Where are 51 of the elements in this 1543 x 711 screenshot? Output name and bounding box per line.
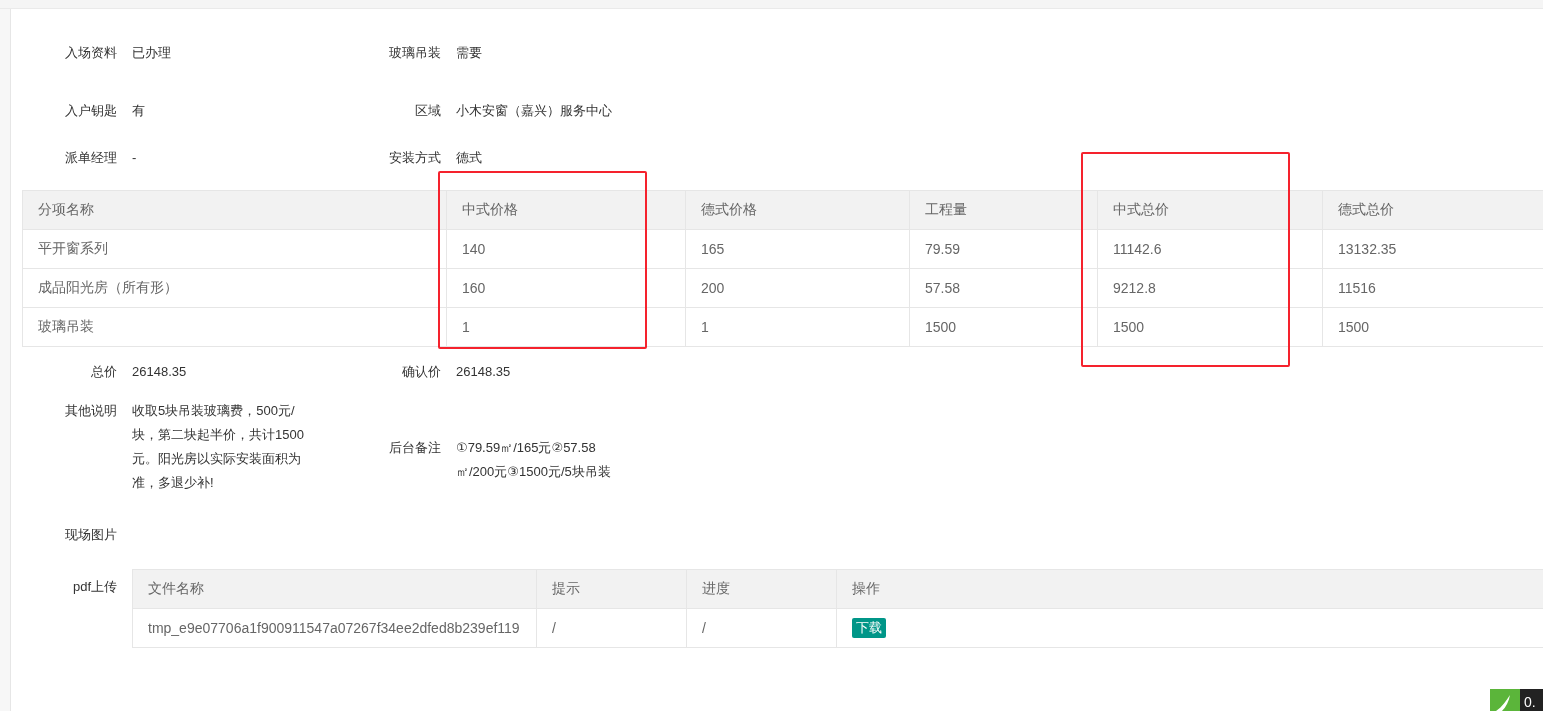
- column-header: 德式总价: [1322, 190, 1543, 230]
- table-cell: 140: [446, 229, 686, 269]
- column-header: 提示: [536, 569, 687, 609]
- column-header: 德式价格: [685, 190, 910, 230]
- table-cell: 57.58: [909, 268, 1098, 308]
- column-header: 分项名称: [22, 190, 447, 230]
- field-label: 后台备注: [388, 438, 442, 457]
- field-label: 确认价: [401, 363, 442, 381]
- field-label: 派单经理: [64, 149, 118, 167]
- field-label: 入户钥匙: [64, 102, 118, 120]
- field-value: 收取5块吊装玻璃费，500元/块，第二块起半价，共计1500元。阳光房以实际安装面积为准，多退少补!: [132, 402, 305, 492]
- table-cell: 9212.8: [1097, 268, 1323, 308]
- column-header: 工程量: [909, 190, 1098, 230]
- field-label: 入场资料: [64, 44, 118, 62]
- column-header: 文件名称: [132, 569, 537, 609]
- field-value: 小木安窗（嘉兴）服务中心: [456, 102, 612, 120]
- download-button[interactable]: 下载: [852, 618, 886, 638]
- field-label: 总价: [90, 363, 118, 381]
- field-value: 有: [132, 102, 145, 120]
- field-value: 26148.35: [456, 363, 511, 381]
- table-cell: 1500: [1097, 307, 1323, 347]
- field-label: 安装方式: [388, 149, 442, 167]
- field-label: 区域: [414, 102, 442, 120]
- table-cell: 165: [685, 229, 910, 269]
- field-value: ①79.59㎡/165元②57.58㎡/200元③1500元/5块吊装: [456, 438, 612, 481]
- table-cell: 11142.6: [1097, 229, 1323, 269]
- field-value: 已办理: [132, 44, 171, 62]
- speed-readout: 0.: [1520, 689, 1543, 711]
- field-label: 其他说明: [64, 402, 118, 420]
- table-cell: 1500: [909, 307, 1098, 347]
- table-cell: /: [536, 608, 687, 648]
- table-cell: 1: [685, 307, 910, 347]
- table-cell: 200: [685, 268, 910, 308]
- column-header: 操作: [836, 569, 1543, 609]
- field-value: -: [132, 149, 137, 167]
- field-label: pdf上传: [71, 578, 118, 596]
- table-cell: 1: [446, 307, 686, 347]
- field-value: 26148.35: [132, 363, 187, 381]
- table-cell: tmp_e9e07706a1f900911547a07267f34ee2dfed8b239ef119: [132, 608, 537, 648]
- table-cell: 160: [446, 268, 686, 308]
- table-cell: 成品阳光房（所有形）: [22, 268, 447, 308]
- field-label: 现场图片: [64, 526, 118, 544]
- field-value: 需要: [456, 44, 482, 62]
- table-cell: 79.59: [909, 229, 1098, 269]
- table-cell: /: [686, 608, 837, 648]
- leaf-icon[interactable]: [1490, 689, 1520, 711]
- field-value: 德式: [456, 149, 482, 167]
- table-cell: 平开窗系列: [22, 229, 447, 269]
- field-label: 玻璃吊装: [388, 44, 442, 62]
- table-cell: 玻璃吊装: [22, 307, 447, 347]
- column-header: 进度: [686, 569, 837, 609]
